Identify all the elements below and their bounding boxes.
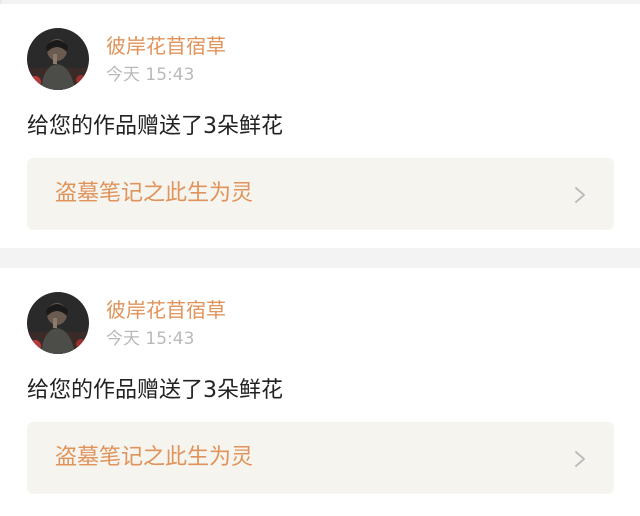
avatar[interactable] — [27, 292, 89, 354]
work-title: 盗墓笔记之此生为灵 — [55, 445, 254, 470]
card-separator — [0, 248, 640, 268]
avatar-photo-icon — [27, 28, 89, 90]
work-link-card[interactable]: 盗墓笔记之此生为灵 — [27, 422, 614, 494]
notification-message: 给您的作品赠送了3朵鲜花 — [27, 114, 283, 139]
notification-card: 彼岸花苜宿草 今天 15:43 给您的作品赠送了3朵鲜花 盗墓笔记之此生为灵 — [0, 268, 640, 516]
avatar-photo-icon — [27, 292, 89, 354]
work-title: 盗墓笔记之此生为灵 — [55, 181, 254, 206]
notification-card: 彼岸花苜宿草 今天 15:43 给您的作品赠送了3朵鲜花 盗墓笔记之此生为灵 — [0, 4, 640, 248]
notification-message: 给您的作品赠送了3朵鲜花 — [27, 378, 283, 403]
work-link-card[interactable]: 盗墓笔记之此生为灵 — [27, 158, 614, 230]
notification-feed: 彼岸花苜宿草 今天 15:43 给您的作品赠送了3朵鲜花 盗墓笔记之此生为灵 彼… — [0, 0, 640, 516]
chevron-right-icon — [575, 451, 585, 467]
avatar[interactable] — [27, 28, 89, 90]
chevron-right-icon — [575, 187, 585, 203]
timestamp: 今天 15:43 — [106, 329, 195, 349]
timestamp: 今天 15:43 — [106, 65, 195, 85]
username-link[interactable]: 彼岸花苜宿草 — [106, 33, 226, 59]
username-link[interactable]: 彼岸花苜宿草 — [106, 297, 226, 323]
